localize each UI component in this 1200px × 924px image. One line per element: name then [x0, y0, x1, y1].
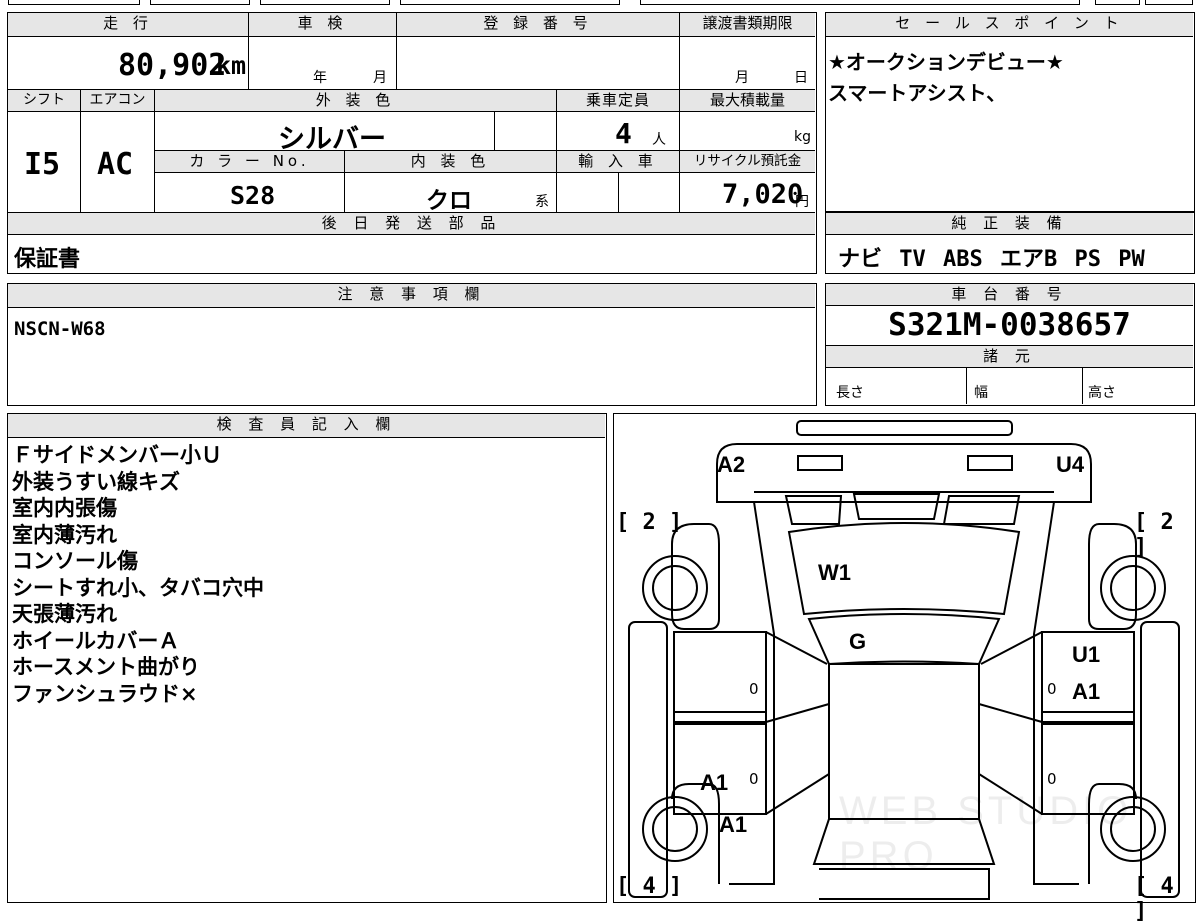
interior-color-suffix: 系 [535, 194, 549, 210]
equipment-abs: ABS [943, 247, 983, 272]
chassis-box: 車 台 番 号 S321M-0038657 諸 元 長さ 幅 高さ [825, 283, 1195, 406]
inspector-line: コンソール傷 [12, 549, 138, 573]
color-no-header: カ ラ ー No. [154, 151, 344, 173]
specs-header: 諸 元 [826, 346, 1193, 368]
wiper-right-outline [942, 495, 1021, 525]
tire-front-left-score: [ 2 ] [616, 510, 683, 535]
later-parts-header: 後 日 発 送 部 品 [8, 213, 815, 235]
front-left-door [673, 631, 767, 723]
front-left-wheel [652, 565, 698, 611]
equipment-tv: TV [899, 247, 926, 272]
specs-height-label: 高さ [1088, 385, 1116, 401]
color-no-value: S28 [230, 181, 276, 210]
mileage-header: 走 行 [8, 13, 248, 37]
equipment-box: 純 正 装 備 ナビ TV ABS エアB PS PW [825, 212, 1195, 274]
max-load-unit: kg [794, 129, 811, 145]
front-bumper-outline [796, 420, 1013, 436]
sales-point-box: セ ー ル ス ポ イ ン ト ★オークションデビュー★ スマートアシスト、 [825, 12, 1195, 212]
specs-length-label: 長さ [836, 385, 864, 401]
right-front-zero: 0 [1047, 680, 1057, 698]
aircon-value: AC [97, 147, 134, 182]
damage-right-door-2: A1 [1072, 679, 1101, 704]
mileage-unit: km [216, 51, 247, 80]
vehicle-info-table: 走 行 車 検 登 録 番 号 譲渡書類期限 80,902 km 年 月 月 日… [7, 12, 817, 274]
specs-width-label: 幅 [974, 385, 988, 401]
front-right-wheel [1110, 565, 1156, 611]
top-strip [0, 0, 1200, 6]
inspection-header: 車 検 [248, 13, 396, 37]
recycle-fee-unit: 円 [795, 194, 809, 210]
tire-rear-left-score: [ 4 ] [616, 874, 683, 899]
capacity-value: 4 [615, 117, 632, 150]
damage-left-rear-2: A1 [719, 812, 748, 837]
damage-windshield: W1 [818, 560, 851, 585]
equipment-header: 純 正 装 備 [826, 213, 1193, 235]
chassis-value: S321M-0038657 [888, 307, 1131, 343]
shift-header: シフト [8, 90, 80, 112]
equipment-airbag: エアB [1000, 247, 1058, 272]
inspection-month-label: 月 [373, 70, 387, 86]
sales-point-line-2: スマートアシスト、 [828, 81, 1007, 105]
registration-header: 登 録 番 号 [396, 13, 679, 37]
chassis-header: 車 台 番 号 [826, 284, 1193, 306]
max-load-header: 最大積載量 [679, 90, 815, 112]
equipment-pw: PW [1118, 247, 1145, 272]
notes-box: 注 意 事 項 欄 NSCN-W68 [7, 283, 817, 406]
tire-front-right-score: [ 2 ] [1134, 510, 1174, 560]
equipment-navi: ナビ [838, 247, 883, 272]
interior-color-header: 内 装 色 [344, 151, 556, 173]
inspector-notes: Ｆサイドメンバー小Ｕ 外装うすい線キズ 室内内張傷 室内薄汚れ コンソール傷 シ… [12, 442, 264, 707]
inspector-line: 外装うすい線キズ [12, 469, 180, 494]
left-sill-outline [628, 621, 668, 898]
damage-front-right: U4 [1056, 452, 1085, 477]
tire-rear-right-score: [ 4 ] [1134, 874, 1174, 924]
capacity-unit: 人 [652, 132, 666, 148]
damage-right-door-1: U1 [1072, 642, 1101, 667]
inspector-line: Ｆサイドメンバー小Ｕ [12, 443, 222, 467]
interior-color-value: クロ [426, 188, 472, 214]
left-rear-zero: 0 [749, 770, 759, 788]
right-rear-zero: 0 [1047, 770, 1057, 788]
equipment-ps: PS [1074, 247, 1102, 272]
transfer-deadline-header: 譲渡書類期限 [679, 13, 815, 37]
inspector-line: シートすれ小、タバコ穴中 [12, 575, 264, 600]
sales-point-line-1: ★オークションデビュー★ [828, 50, 1064, 74]
inspection-year-label: 年 [313, 70, 327, 86]
cowl-outline [852, 493, 941, 520]
exterior-color-header: 外 装 色 [154, 90, 556, 112]
left-front-zero: 0 [749, 680, 759, 698]
shift-value: I5 [24, 147, 61, 182]
inspector-line: 室内内張傷 [12, 496, 117, 520]
notes-value: NSCN-W68 [14, 318, 106, 340]
import-car-header: 輸 入 車 [556, 151, 679, 173]
damage-front-left: A2 [717, 452, 746, 477]
deadline-day-label: 日 [794, 70, 808, 86]
damage-left-rear-1: A1 [700, 770, 729, 795]
later-parts-value: 保証書 [14, 247, 81, 272]
headlight-left-outline [797, 455, 843, 471]
damage-glass: G [849, 629, 867, 654]
inspector-line: ファンシュラウド× [12, 681, 198, 706]
recycle-fee-header: リサイクル預託金 [679, 151, 815, 173]
aircon-header: エアコン [80, 90, 154, 112]
recycle-fee-value: 7,020 [722, 179, 804, 210]
notes-header: 注 意 事 項 欄 [8, 284, 815, 308]
roof-front-outline [807, 613, 1001, 666]
inspector-header: 検 査 員 記 入 欄 [8, 414, 605, 438]
inspector-line: ホースメント曲がり [12, 655, 200, 679]
watermark: WEB STUDIO PRO [839, 789, 1133, 878]
inspector-box: 検 査 員 記 入 欄 Ｆサイドメンバー小Ｕ 外装うすい線キズ 室内内張傷 室内… [7, 413, 607, 903]
inspector-line: 室内薄汚れ [12, 522, 117, 547]
deadline-month-label: 月 [735, 70, 749, 86]
car-damage-diagram: A2 U4 W1 G U1 A1 A1 A1 0 0 0 0 [ 2 ] [ 2… [613, 413, 1196, 924]
sales-point-header: セ ー ル ス ポ イ ン ト [826, 13, 1193, 37]
wiper-left-outline [784, 495, 843, 525]
capacity-header: 乗車定員 [556, 90, 679, 112]
inspector-line: ホイールカバーＡ [12, 628, 180, 653]
inspector-line: 天張薄汚れ [12, 602, 117, 626]
mileage-value: 80,902 [118, 48, 227, 83]
headlight-right-outline [967, 455, 1013, 471]
